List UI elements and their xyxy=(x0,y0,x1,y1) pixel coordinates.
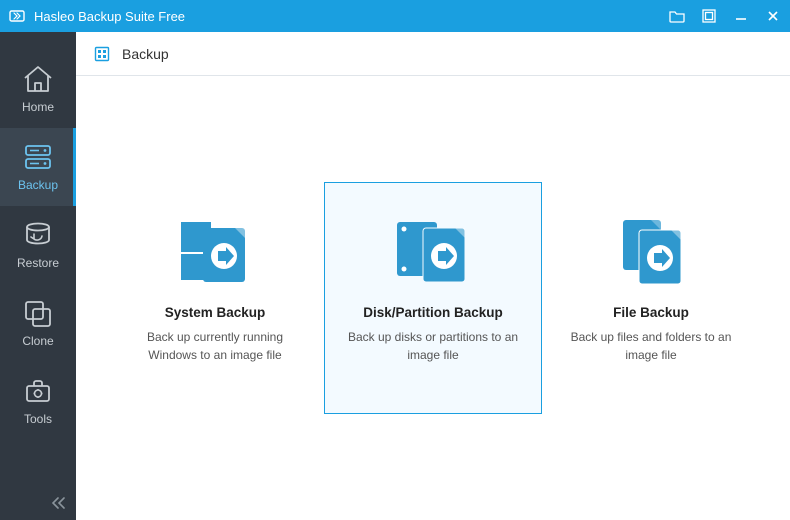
app-title: Hasleo Backup Suite Free xyxy=(34,9,668,24)
disk-partition-backup-icon xyxy=(391,211,475,291)
tools-icon xyxy=(21,376,55,406)
sidebar-item-label: Home xyxy=(22,100,54,114)
home-icon xyxy=(21,64,55,94)
card-title: Disk/Partition Backup xyxy=(363,305,503,320)
card-desc: Back up disks or partitions to an image … xyxy=(341,328,525,364)
titlebar: Hasleo Backup Suite Free xyxy=(0,0,790,32)
sidebar-item-home[interactable]: Home xyxy=(0,50,76,128)
collapse-sidebar-button[interactable] xyxy=(50,496,66,510)
settings-pane-button[interactable] xyxy=(700,7,718,25)
close-button[interactable] xyxy=(764,7,782,25)
breadcrumb: Backup xyxy=(76,32,790,76)
card-title: File Backup xyxy=(613,305,689,320)
card-file-backup[interactable]: File Backup Back up files and folders to… xyxy=(542,182,760,414)
card-system-backup[interactable]: System Backup Back up currently running … xyxy=(106,182,324,414)
open-folder-button[interactable] xyxy=(668,7,686,25)
file-backup-icon xyxy=(609,211,693,291)
backup-options: System Backup Back up currently running … xyxy=(76,76,790,520)
sidebar-item-clone[interactable]: Clone xyxy=(0,284,76,362)
minimize-button[interactable] xyxy=(732,7,750,25)
card-disk-partition-backup[interactable]: Disk/Partition Backup Back up disks or p… xyxy=(324,182,542,414)
sidebar-item-label: Backup xyxy=(18,178,58,192)
restore-icon xyxy=(21,220,55,250)
card-title: System Backup xyxy=(165,305,266,320)
sidebar-item-backup[interactable]: Backup xyxy=(0,128,76,206)
backup-icon xyxy=(21,142,55,172)
sidebar-item-restore[interactable]: Restore xyxy=(0,206,76,284)
sidebar: Home Backup Restore Clone Tools xyxy=(0,32,76,520)
card-desc: Back up currently running Windows to an … xyxy=(123,328,307,364)
breadcrumb-label: Backup xyxy=(122,46,169,62)
main-pane: Backup System Backup Back up currently r… xyxy=(76,32,790,520)
sidebar-item-label: Clone xyxy=(22,334,53,348)
system-backup-icon xyxy=(173,211,257,291)
app-icon xyxy=(8,7,26,25)
sidebar-item-tools[interactable]: Tools xyxy=(0,362,76,440)
breadcrumb-icon xyxy=(94,46,110,62)
card-desc: Back up files and folders to an image fi… xyxy=(559,328,743,364)
sidebar-item-label: Restore xyxy=(17,256,59,270)
sidebar-item-label: Tools xyxy=(24,412,52,426)
window-controls xyxy=(668,7,782,25)
clone-icon xyxy=(21,298,55,328)
